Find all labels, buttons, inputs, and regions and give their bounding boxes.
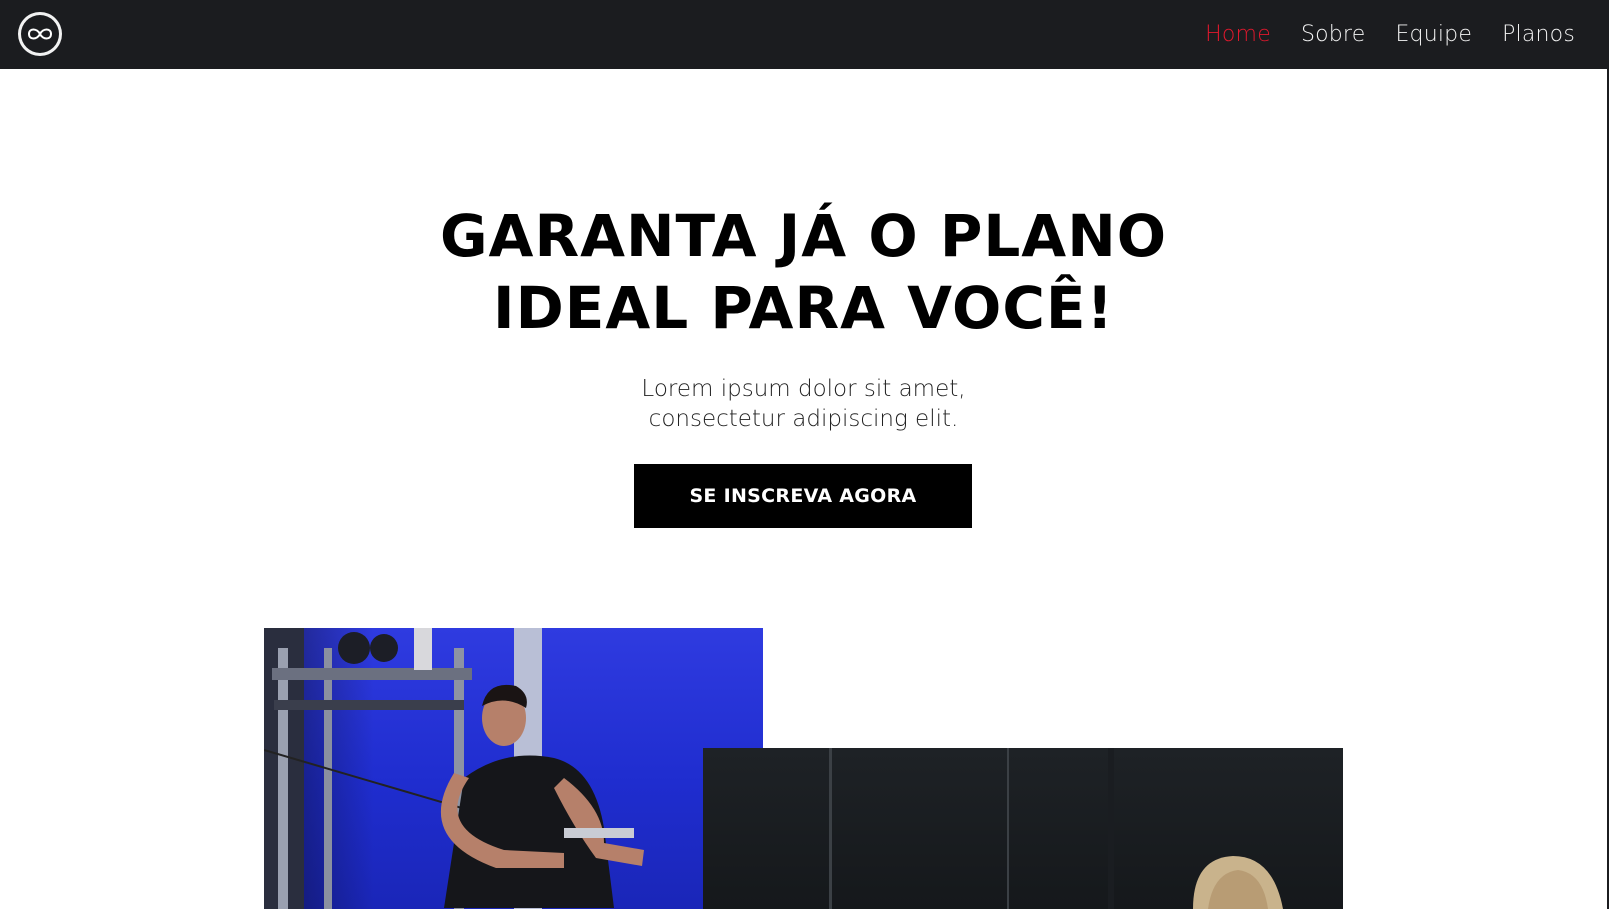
nav-link-sobre[interactable]: Sobre [1301, 22, 1366, 47]
infinity-logo-icon [21, 15, 59, 53]
hero-title-line-2: IDEAL PARA VOCÊ! [492, 274, 1114, 342]
nav-link-home[interactable]: Home [1205, 22, 1271, 47]
man-cable-workout-illustration [264, 628, 644, 909]
woman-dark-gym-illustration [829, 748, 1283, 909]
infinity-icon [27, 28, 53, 40]
hero-subtitle-line-1: Lorem ipsum dolor sit amet, [641, 376, 966, 402]
nav-link-equipe[interactable]: Equipe [1395, 22, 1472, 47]
nav-link-planos[interactable]: Planos [1502, 22, 1575, 47]
main-nav: Home Sobre Equipe Planos [1205, 0, 1575, 69]
hero-title-line-1: GARANTA JÁ O PLANO [439, 202, 1168, 270]
signup-now-button[interactable]: SE INSCREVA AGORA [634, 464, 972, 528]
hero-subtitle: Lorem ipsum dolor sit amet, consectetur … [0, 374, 1607, 434]
woman-dark-gym-photo [703, 748, 1343, 909]
hero-title: GARANTA JÁ O PLANO IDEAL PARA VOCÊ! [0, 200, 1607, 344]
brand-logo[interactable] [18, 12, 62, 56]
hero-subtitle-line-2: consectetur adipiscing elit. [648, 406, 959, 432]
top-navbar: Home Sobre Equipe Planos [0, 0, 1607, 69]
man-cable-workout-photo [264, 628, 763, 909]
page: Home Sobre Equipe Planos GARANTA JÁ O PL… [0, 0, 1609, 909]
